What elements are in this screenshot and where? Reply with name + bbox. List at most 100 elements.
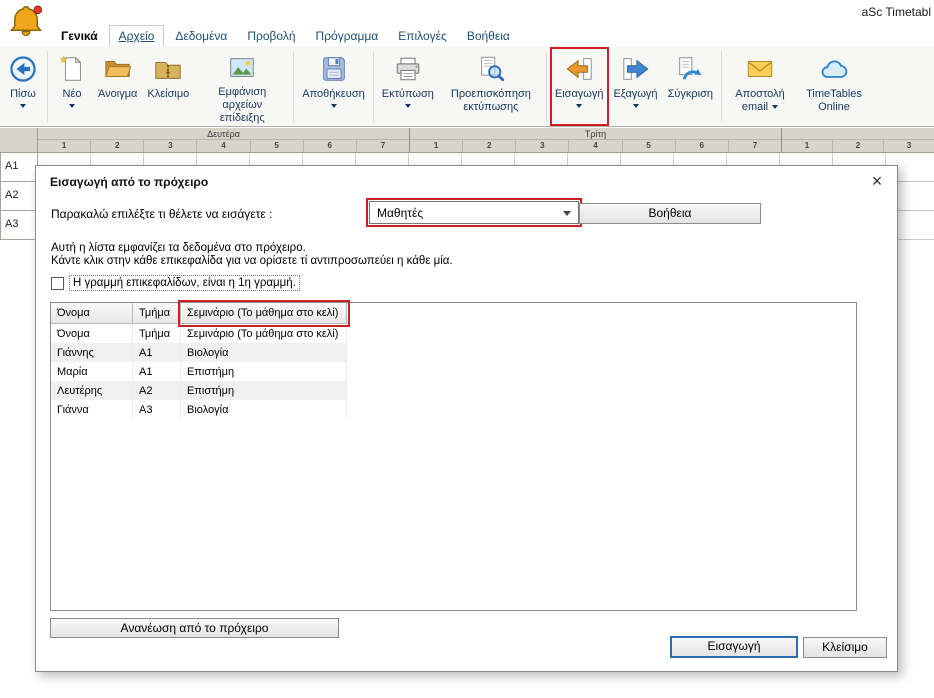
ribbon-button-close-file[interactable]: Κλείσιμο xyxy=(142,47,194,126)
table-header-row: Όνομα Τμήμα Σεμινάριο (Το μάθημα στο κελ… xyxy=(51,303,856,324)
day-column-monday: Δευτέρα 1 2 3 4 5 6 7 xyxy=(38,128,410,152)
ribbon-button-demo-files[interactable]: Εμφάνιση αρχείων επίδειξης xyxy=(194,47,290,126)
dialog-close-icon[interactable]: × xyxy=(865,169,889,193)
table-row: Μαρία A1 Επιστήμη xyxy=(51,362,856,381)
period-header: 1 xyxy=(410,140,463,152)
import-type-dropdown[interactable]: Μαθητές xyxy=(369,201,579,224)
col-header-class[interactable]: Τμήμα xyxy=(133,303,181,324)
floppy-save-icon xyxy=(319,53,349,85)
import-arrow-icon xyxy=(564,53,594,85)
refresh-from-clipboard-button[interactable]: Ανανέωση από το πρόχειρο xyxy=(50,618,339,638)
period-header: 5 xyxy=(623,140,676,152)
tab-view[interactable]: Προβολή xyxy=(238,26,304,46)
dialog-title: Εισαγωγή από το πρόχειρο xyxy=(50,175,208,189)
tab-help[interactable]: Βοήθεια xyxy=(458,26,519,46)
dropdown-caret-icon xyxy=(20,104,26,108)
table-row: Γιάννα A3 Βιολογία xyxy=(51,400,856,419)
period-header: 1 xyxy=(38,140,91,152)
back-arrow-icon xyxy=(8,53,38,85)
cloud-icon xyxy=(819,53,849,85)
notification-bell-icon[interactable] xyxy=(7,1,45,46)
period-header: 4 xyxy=(569,140,622,152)
clipboard-data-table: Όνομα Τμήμα Σεμινάριο (Το μάθημα στο κελ… xyxy=(50,302,857,611)
col-header-name[interactable]: Όνομα xyxy=(51,303,133,324)
header-row-checkbox-label[interactable]: Η γραμμή επικεφαλίδων, είναι η 1η γραμμή… xyxy=(69,275,300,291)
ribbon-button-send-email[interactable]: Αποστολή email xyxy=(725,47,795,126)
ribbon-button-back[interactable]: Πίσω xyxy=(2,47,44,126)
ribbon-button-print[interactable]: Εκτύπωση xyxy=(377,47,439,126)
tab-file[interactable]: Αρχείο xyxy=(109,25,165,46)
ribbon-button-compare[interactable]: Σύγκριση xyxy=(663,47,718,126)
title-bar: aSc Timetabl xyxy=(0,0,934,25)
day-column-partial: 1 2 3 xyxy=(782,128,934,152)
ribbon-button-export[interactable]: Εξαγωγή xyxy=(609,47,663,126)
ribbon-separator xyxy=(47,51,48,122)
period-header: 4 xyxy=(197,140,250,152)
ribbon-button-save[interactable]: Αποθήκευση xyxy=(297,47,369,126)
ribbon-button-print-preview[interactable]: Προεπισκόπηση εκτύπωσης xyxy=(439,47,543,126)
import-type-prompt: Παρακαλώ επιλέξτε τι θέλετε να εισάγετε … xyxy=(51,207,272,221)
clipboard-info-line-1: Αυτή η λίστα εμφανίζει τα δεδομένα στο π… xyxy=(51,242,306,254)
timetable-corner-cell xyxy=(0,128,38,152)
ribbon-separator xyxy=(721,51,722,122)
table-row: Λευτέρης A2 Επιστήμη xyxy=(51,381,856,400)
new-file-icon xyxy=(57,53,87,85)
period-header: 5 xyxy=(251,140,304,152)
period-header: 2 xyxy=(833,140,884,152)
dropdown-caret-icon xyxy=(633,104,639,108)
class-label: A3 xyxy=(0,211,38,240)
picture-icon xyxy=(227,53,257,83)
import-button[interactable]: Εισαγωγή xyxy=(670,636,798,658)
dropdown-caret-icon xyxy=(331,104,337,108)
header-row-checkbox[interactable] xyxy=(51,277,64,290)
period-header: 6 xyxy=(304,140,357,152)
table-row: Γιάννης A1 Βιολογία xyxy=(51,343,856,362)
ribbon-button-timetables-online[interactable]: TimeTables Online xyxy=(795,47,873,126)
period-header: 6 xyxy=(676,140,729,152)
period-header: 3 xyxy=(144,140,197,152)
period-header: 3 xyxy=(884,140,934,152)
close-button[interactable]: Κλείσιμο xyxy=(803,637,887,658)
timetable-header: Δευτέρα 1 2 3 4 5 6 7 Τρίτη 1 2 3 4 xyxy=(0,128,934,153)
tab-schedule[interactable]: Πρόγραμμα xyxy=(307,26,388,46)
ribbon-button-import[interactable]: Εισαγωγή xyxy=(550,47,609,126)
chevron-down-icon xyxy=(563,211,571,216)
printer-icon xyxy=(393,53,423,85)
dropdown-caret-icon xyxy=(576,104,582,108)
import-from-clipboard-dialog: Εισαγωγή από το πρόχειρο × Παρακαλώ επιλ… xyxy=(35,165,898,672)
compare-icon xyxy=(675,53,705,85)
class-label: A1 xyxy=(0,153,38,182)
ribbon-button-open[interactable]: Άνοιγμα xyxy=(93,47,142,126)
export-arrow-icon xyxy=(621,53,651,85)
dropdown-caret-icon xyxy=(405,104,411,108)
ribbon-separator xyxy=(546,51,547,122)
help-button[interactable]: Βοήθεια xyxy=(579,203,761,224)
window-title: aSc Timetabl xyxy=(862,5,931,19)
ribbon-button-new[interactable]: Νέο xyxy=(51,47,93,126)
period-header: 7 xyxy=(357,140,409,152)
day-column-tuesday: Τρίτη 1 2 3 4 5 6 7 xyxy=(410,128,782,152)
class-label: A2 xyxy=(0,182,38,211)
open-folder-icon xyxy=(103,53,133,85)
ribbon-separator xyxy=(293,51,294,122)
dropdown-caret-icon xyxy=(69,104,75,108)
period-header: 7 xyxy=(729,140,781,152)
email-envelope-icon xyxy=(745,53,775,85)
zip-folder-icon xyxy=(153,53,183,85)
tab-data[interactable]: Δεδομένα xyxy=(166,26,236,46)
print-preview-icon xyxy=(476,53,506,85)
asc-timetables-window: aSc Timetabl Γενικά Αρχείο Δεδομένα Προβ… xyxy=(0,0,934,698)
table-row: Όνομα Τμήμα Σεμινάριο (Το μάθημα στο κελ… xyxy=(51,324,856,343)
period-header: 3 xyxy=(516,140,569,152)
tab-options[interactable]: Επιλογές xyxy=(389,26,456,46)
ribbon-toolbar: Πίσω Νέο Άνοιγμα xyxy=(0,46,934,127)
tab-general[interactable]: Γενικά xyxy=(52,26,107,46)
ribbon-tab-bar: Γενικά Αρχείο Δεδομένα Προβολή Πρόγραμμα… xyxy=(0,25,934,46)
col-header-seminar[interactable]: Σεμινάριο (Το μάθημα στο κελί) xyxy=(181,303,347,324)
period-header: 2 xyxy=(463,140,516,152)
highlight-box-dropdown: Μαθητές xyxy=(366,198,582,227)
import-type-value: Μαθητές xyxy=(377,206,423,220)
dropdown-caret-icon xyxy=(772,105,778,109)
clipboard-info-line-2: Κάντε κλικ στην κάθε επικεφαλίδα για να … xyxy=(51,255,453,267)
period-header: 2 xyxy=(91,140,144,152)
